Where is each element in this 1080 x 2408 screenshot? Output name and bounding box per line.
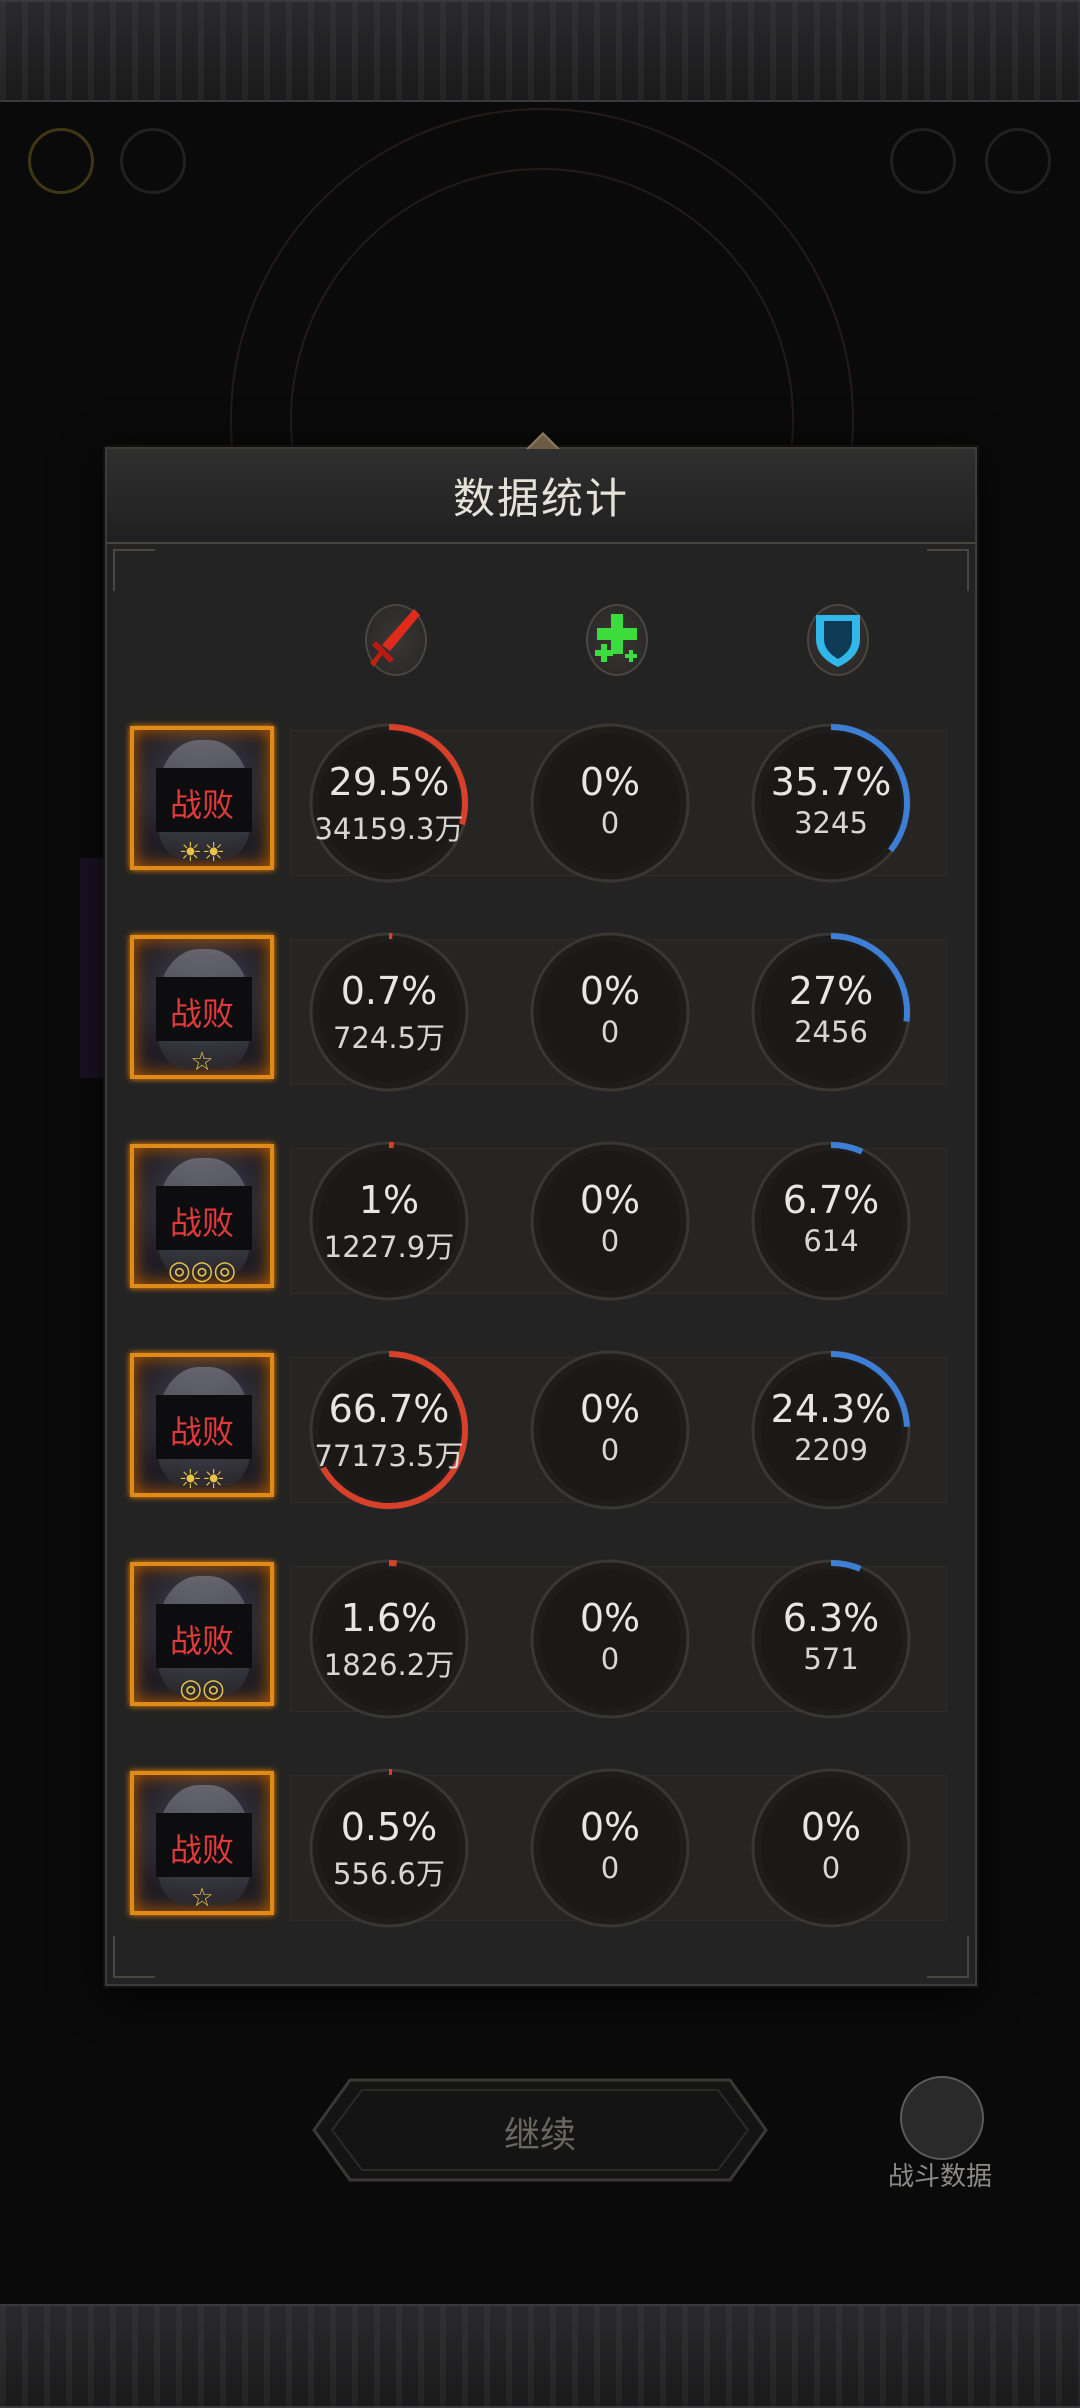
heal-value: 0 (600, 1224, 620, 1258)
bg-speed-icon (28, 128, 94, 194)
rank-star-icon: ◎◎◎ (167, 1256, 237, 1286)
defense-value: 2209 (794, 1433, 868, 1467)
defense-percent: 27% (788, 969, 874, 1013)
corner-ornament (927, 549, 969, 591)
damage-ring: 29.5% 34159.3万 (308, 722, 470, 884)
hero-portrait[interactable]: 战败 ◎◎ (130, 1562, 274, 1706)
defeated-status: 战败 (169, 1622, 234, 1660)
damage-value: 724.5万 (332, 1021, 446, 1055)
stats-row: 战败 ☆ 0.5% 556.6万 0% 0 0% 0 (130, 1767, 950, 1929)
hero-portrait[interactable]: 战败 ☆ (130, 935, 274, 1079)
heal-value: 0 (600, 1642, 620, 1676)
sword-damage-icon (351, 598, 441, 682)
heal-value: 0 (600, 806, 620, 840)
defense-percent: 35.7% (770, 760, 892, 804)
battle-data-label: 战斗数据 (887, 2162, 992, 2192)
bg-exit-icon (890, 128, 956, 194)
defense-percent: 6.3% (782, 1596, 880, 1640)
defeated-status: 战败 (169, 1204, 234, 1242)
defense-percent: 6.7% (782, 1178, 880, 1222)
defeated-status: 战败 (169, 1413, 234, 1451)
damage-ring: 0.7% 724.5万 (308, 931, 470, 1093)
damage-percent: 1.6% (340, 1596, 438, 1640)
defense-value: 3245 (794, 806, 868, 840)
defeated-status: 战败 (169, 786, 234, 824)
heal-ring: 0% 0 (529, 722, 691, 884)
heal-percent: 0% (579, 1178, 641, 1222)
crossed-swords-icon (900, 2076, 984, 2160)
defense-value: 614 (803, 1224, 859, 1258)
damage-value: 1826.2万 (323, 1648, 455, 1682)
heal-ring: 0% 0 (529, 931, 691, 1093)
dialog-header: 数据统计 (107, 449, 975, 544)
top-ornament-band (0, 0, 1080, 102)
heal-value: 0 (600, 1433, 620, 1467)
defense-ring: 27% 2456 (750, 931, 912, 1093)
defense-ring: 24.3% 2209 (750, 1349, 912, 1511)
battle-data-button[interactable]: 战斗数据 (880, 2076, 1000, 2192)
heal-ring: 0% 0 (529, 1349, 691, 1511)
defense-ring: 0% 0 (750, 1767, 912, 1929)
heal-value: 0 (600, 1851, 620, 1885)
corner-ornament (113, 1936, 155, 1978)
heal-ring: 0% 0 (529, 1140, 691, 1302)
heal-percent: 0% (579, 760, 641, 804)
hero-portrait[interactable]: 战败 ☆ (130, 1771, 274, 1915)
stats-row: 战败 ◎◎◎ 1% 1227.9万 0% 0 6.7% 614 (130, 1140, 950, 1302)
bg-settings-icon (985, 128, 1051, 194)
defense-value: 0 (821, 1851, 841, 1885)
defense-ring: 35.7% 3245 (750, 722, 912, 884)
continue-label: 继续 (503, 2115, 576, 2156)
defeated-status: 战败 (169, 1831, 234, 1869)
dialog-title: 数据统计 (452, 474, 629, 523)
heal-plus-icon (572, 598, 662, 682)
heal-percent: 0% (579, 1805, 641, 1849)
damage-value: 556.6万 (332, 1857, 446, 1891)
defense-percent: 0% (800, 1805, 862, 1849)
rank-star-icon: ☆ (190, 1883, 214, 1913)
bg-auto-icon (120, 128, 186, 194)
heal-ring: 0% 0 (529, 1767, 691, 1929)
damage-ring: 1.6% 1826.2万 (308, 1558, 470, 1720)
rank-star-icon: ☆ (190, 1047, 214, 1077)
defense-value: 2456 (794, 1015, 868, 1049)
defense-ring: 6.3% 571 (750, 1558, 912, 1720)
continue-button[interactable]: 继续 (310, 2076, 770, 2184)
stats-row: 战败 ◎◎ 1.6% 1826.2万 0% 0 6.3% 571 (130, 1558, 950, 1720)
damage-percent: 1% (358, 1178, 420, 1222)
bottom-ornament-band (0, 2304, 1080, 2408)
rank-star-icon: ☀☀ (178, 838, 226, 868)
corner-ornament (113, 549, 155, 591)
corner-ornament (927, 1936, 969, 1978)
heal-percent: 0% (579, 969, 641, 1013)
damage-percent: 29.5% (328, 760, 450, 804)
hero-portrait[interactable]: 战败 ☀☀ (130, 1353, 274, 1497)
defense-percent: 24.3% (770, 1387, 892, 1431)
damage-percent: 0.7% (340, 969, 438, 1013)
damage-value: 77173.5万 (314, 1439, 464, 1473)
damage-ring: 66.7% 77173.5万 (308, 1349, 470, 1511)
hero-portrait[interactable]: 战败 ☀☀ (130, 726, 274, 870)
damage-ring: 0.5% 556.6万 (308, 1767, 470, 1929)
stats-row: 战败 ☀☀ 29.5% 34159.3万 0% 0 35.7% 3245 (130, 722, 950, 884)
stats-row: 战败 ☀☀ 66.7% 77173.5万 0% 0 24.3% 2209 (130, 1349, 950, 1511)
defeated-status: 战败 (169, 995, 234, 1033)
defense-ring: 6.7% 614 (750, 1140, 912, 1302)
hero-portrait[interactable]: 战败 ◎◎◎ (130, 1144, 274, 1288)
rank-star-icon: ☀☀ (178, 1465, 226, 1495)
damage-ring: 1% 1227.9万 (308, 1140, 470, 1302)
shield-defense-icon (793, 598, 883, 682)
heal-value: 0 (600, 1015, 620, 1049)
damage-value: 1227.9万 (323, 1230, 455, 1264)
defense-value: 571 (803, 1642, 859, 1676)
stats-row: 战败 ☆ 0.7% 724.5万 0% 0 27% 2456 (130, 931, 950, 1093)
heal-ring: 0% 0 (529, 1558, 691, 1720)
heal-percent: 0% (579, 1596, 641, 1640)
damage-percent: 66.7% (328, 1387, 450, 1431)
damage-value: 34159.3万 (314, 812, 464, 846)
rank-star-icon: ◎◎ (179, 1674, 225, 1704)
damage-percent: 0.5% (340, 1805, 438, 1849)
heal-percent: 0% (579, 1387, 641, 1431)
